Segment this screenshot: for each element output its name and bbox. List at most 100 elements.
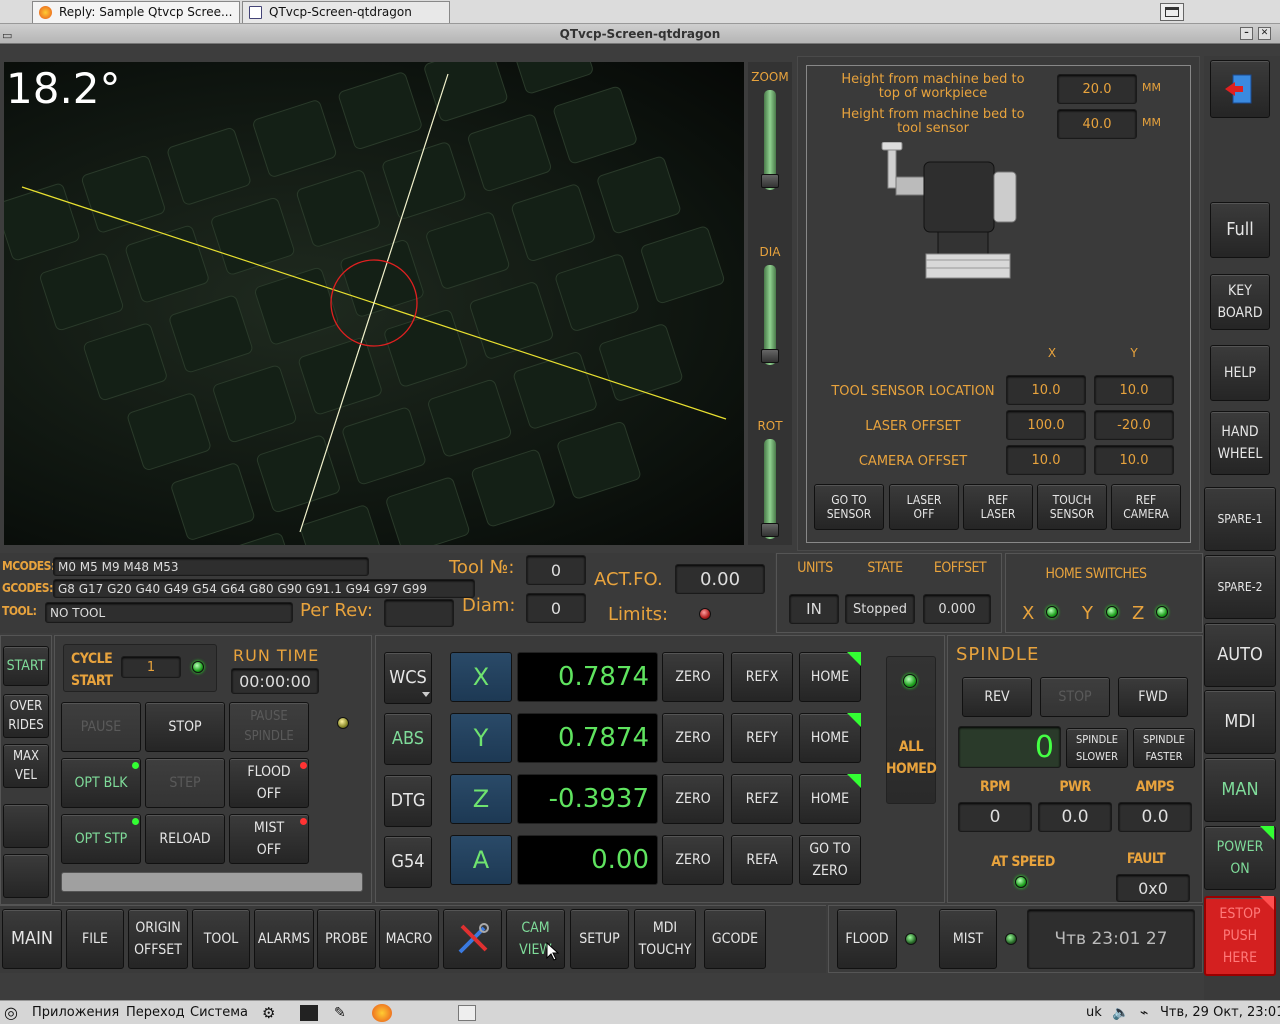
tab-tool[interactable]: TOOL: [192, 909, 250, 969]
blank-button-2[interactable]: [3, 854, 49, 898]
laser-offset-x-field[interactable]: 100.0: [1006, 410, 1086, 440]
zero-a-button[interactable]: ZERO: [662, 835, 724, 885]
tab-main[interactable]: MAIN: [2, 909, 62, 969]
handwheel-button[interactable]: HAND WHEEL: [1210, 411, 1270, 475]
pause-spindle-button[interactable]: PAUSE SPINDLE: [229, 702, 309, 752]
axis-a-label[interactable]: A: [450, 835, 512, 885]
zoom-slider-handle[interactable]: [761, 174, 779, 188]
mist-button[interactable]: MIST: [939, 909, 997, 969]
window-menu-icon[interactable]: ▭: [2, 26, 12, 46]
keyboard-button[interactable]: KEY BOARD: [1210, 274, 1270, 330]
pause-button[interactable]: PAUSE: [61, 702, 141, 752]
go-to-sensor-button[interactable]: GO TO SENSOR: [814, 484, 884, 530]
axis-z-label[interactable]: Z: [450, 774, 512, 824]
zero-y-button[interactable]: ZERO: [662, 713, 724, 763]
tab-macro[interactable]: MACRO: [379, 909, 439, 969]
spindle-rev-button[interactable]: REV: [962, 677, 1032, 717]
spindle-faster-button[interactable]: SPINDLE FASTER: [1133, 728, 1195, 768]
overrides-button[interactable]: OVER RIDES: [3, 694, 49, 738]
keyboard-layout-indicator[interactable]: uk: [1086, 1004, 1102, 1022]
camera-offset-y-field[interactable]: 10.0: [1094, 445, 1174, 475]
abs-button[interactable]: ABS: [384, 713, 432, 765]
tab-probe[interactable]: PROBE: [317, 909, 376, 969]
mdi-mode-button[interactable]: MDI: [1204, 690, 1276, 754]
system-menu[interactable]: Система: [190, 1004, 248, 1022]
axis-y-label[interactable]: Y: [450, 713, 512, 763]
help-button[interactable]: HELP: [1210, 345, 1270, 401]
mist-off-button[interactable]: MIST OFF: [229, 814, 309, 864]
manual-mode-button[interactable]: MAN: [1204, 758, 1276, 822]
system-menu-icon[interactable]: ◎: [4, 1004, 18, 1022]
text-editor-icon[interactable]: ✎: [334, 1004, 346, 1022]
cycle-count-field[interactable]: 1: [121, 656, 181, 678]
tab-origin-offset[interactable]: ORIGIN OFFSET: [128, 909, 188, 969]
tab-overview-button[interactable]: [1160, 3, 1184, 21]
tab-file[interactable]: FILE: [66, 909, 124, 969]
browser-tab-reply[interactable]: Reply: Sample Qtvcp Scree...: [32, 1, 240, 23]
left-mode-panel: START OVER RIDES MAX VEL: [0, 635, 52, 905]
applications-menu[interactable]: Приложения: [32, 1004, 119, 1022]
blank-button-1[interactable]: [3, 804, 49, 848]
places-menu[interactable]: Переход: [126, 1004, 185, 1022]
show-desktop-icon[interactable]: [458, 1005, 476, 1021]
cycle-start-label[interactable]: CYCLE START: [71, 648, 113, 692]
rot-slider-handle[interactable]: [761, 523, 779, 537]
ref-z-button[interactable]: REFZ: [731, 774, 793, 824]
zero-x-button[interactable]: ZERO: [662, 652, 724, 702]
tool-sensor-x-field[interactable]: 10.0: [1006, 375, 1086, 405]
opt-stp-button[interactable]: OPT STP: [61, 814, 141, 864]
camera-offset-x-field[interactable]: 10.0: [1006, 445, 1086, 475]
window-title: QTvcp-Screen-qtdragon: [559, 27, 721, 41]
height-sensor-field[interactable]: 40.0: [1057, 109, 1137, 139]
ref-x-button[interactable]: REFX: [731, 652, 793, 702]
close-icon[interactable]: ✕: [1258, 27, 1271, 40]
laser-off-button[interactable]: LASER OFF: [889, 484, 959, 530]
browser-tab-qtdragon[interactable]: QTvcp-Screen-qtdragon: [242, 1, 450, 23]
max-vel-button[interactable]: MAX VEL: [3, 744, 49, 788]
volume-icon[interactable]: 🔈: [1112, 1004, 1129, 1022]
firefox-launcher-icon[interactable]: [372, 1004, 392, 1022]
height-workpiece-field[interactable]: 20.0: [1057, 74, 1137, 104]
spindle-fwd-button[interactable]: FWD: [1118, 677, 1188, 717]
flood-button[interactable]: FLOOD: [837, 909, 897, 969]
dia-slider-handle[interactable]: [761, 349, 779, 363]
auto-mode-button[interactable]: AUTO: [1204, 623, 1276, 687]
opt-blk-button[interactable]: OPT BLK: [61, 758, 141, 808]
fullscreen-button[interactable]: Full: [1210, 202, 1270, 258]
tool-sensor-y-field[interactable]: 10.0: [1094, 375, 1174, 405]
ref-laser-button[interactable]: REF LASER: [963, 484, 1033, 530]
linuxcnc-icon[interactable]: ⚙: [262, 1004, 275, 1022]
ref-camera-button[interactable]: REF CAMERA: [1111, 484, 1181, 530]
g54-button[interactable]: G54: [384, 836, 432, 888]
spindle-slower-button[interactable]: SPINDLE SLOWER: [1066, 728, 1128, 768]
taskbar-clock[interactable]: Чтв, 29 Окт, 23:01: [1160, 1004, 1280, 1022]
exit-button[interactable]: [1210, 60, 1270, 118]
flood-off-button[interactable]: FLOOD OFF: [229, 758, 309, 808]
minimize-icon[interactable]: –: [1240, 27, 1253, 40]
tab-setup[interactable]: SETUP: [570, 909, 629, 969]
terminal-icon[interactable]: [300, 1005, 318, 1021]
step-button[interactable]: STEP: [145, 758, 225, 808]
spare-2-button[interactable]: SPARE-2: [1204, 555, 1276, 619]
tab-alarms[interactable]: ALARMS: [254, 909, 314, 969]
laser-offset-y-field[interactable]: -20.0: [1094, 410, 1174, 440]
ref-a-button[interactable]: REFA: [731, 835, 793, 885]
power-indicator-icon: [1260, 826, 1274, 840]
start-button[interactable]: START: [3, 646, 49, 686]
tab-mdi-touchy[interactable]: MDI TOUCHY: [634, 909, 696, 969]
spare-1-button[interactable]: SPARE-1: [1204, 487, 1276, 551]
spindle-stop-button[interactable]: STOP: [1040, 677, 1110, 717]
units-label: UNITS: [797, 560, 833, 576]
tab-gcode[interactable]: GCODE: [704, 909, 766, 969]
camera-view[interactable]: 18.2°: [4, 62, 744, 545]
zero-z-button[interactable]: ZERO: [662, 774, 724, 824]
touch-sensor-button[interactable]: TOUCH SENSOR: [1037, 484, 1107, 530]
axis-x-label[interactable]: X: [450, 652, 512, 702]
go-to-zero-button[interactable]: GO TO ZERO: [799, 835, 861, 885]
network-icon[interactable]: ⌁: [1140, 1004, 1148, 1022]
ref-y-button[interactable]: REFY: [731, 713, 793, 763]
stop-button[interactable]: STOP: [145, 702, 225, 752]
dtg-button[interactable]: DTG: [384, 775, 432, 827]
tab-utilities[interactable]: [443, 909, 502, 969]
reload-button[interactable]: RELOAD: [145, 814, 225, 864]
